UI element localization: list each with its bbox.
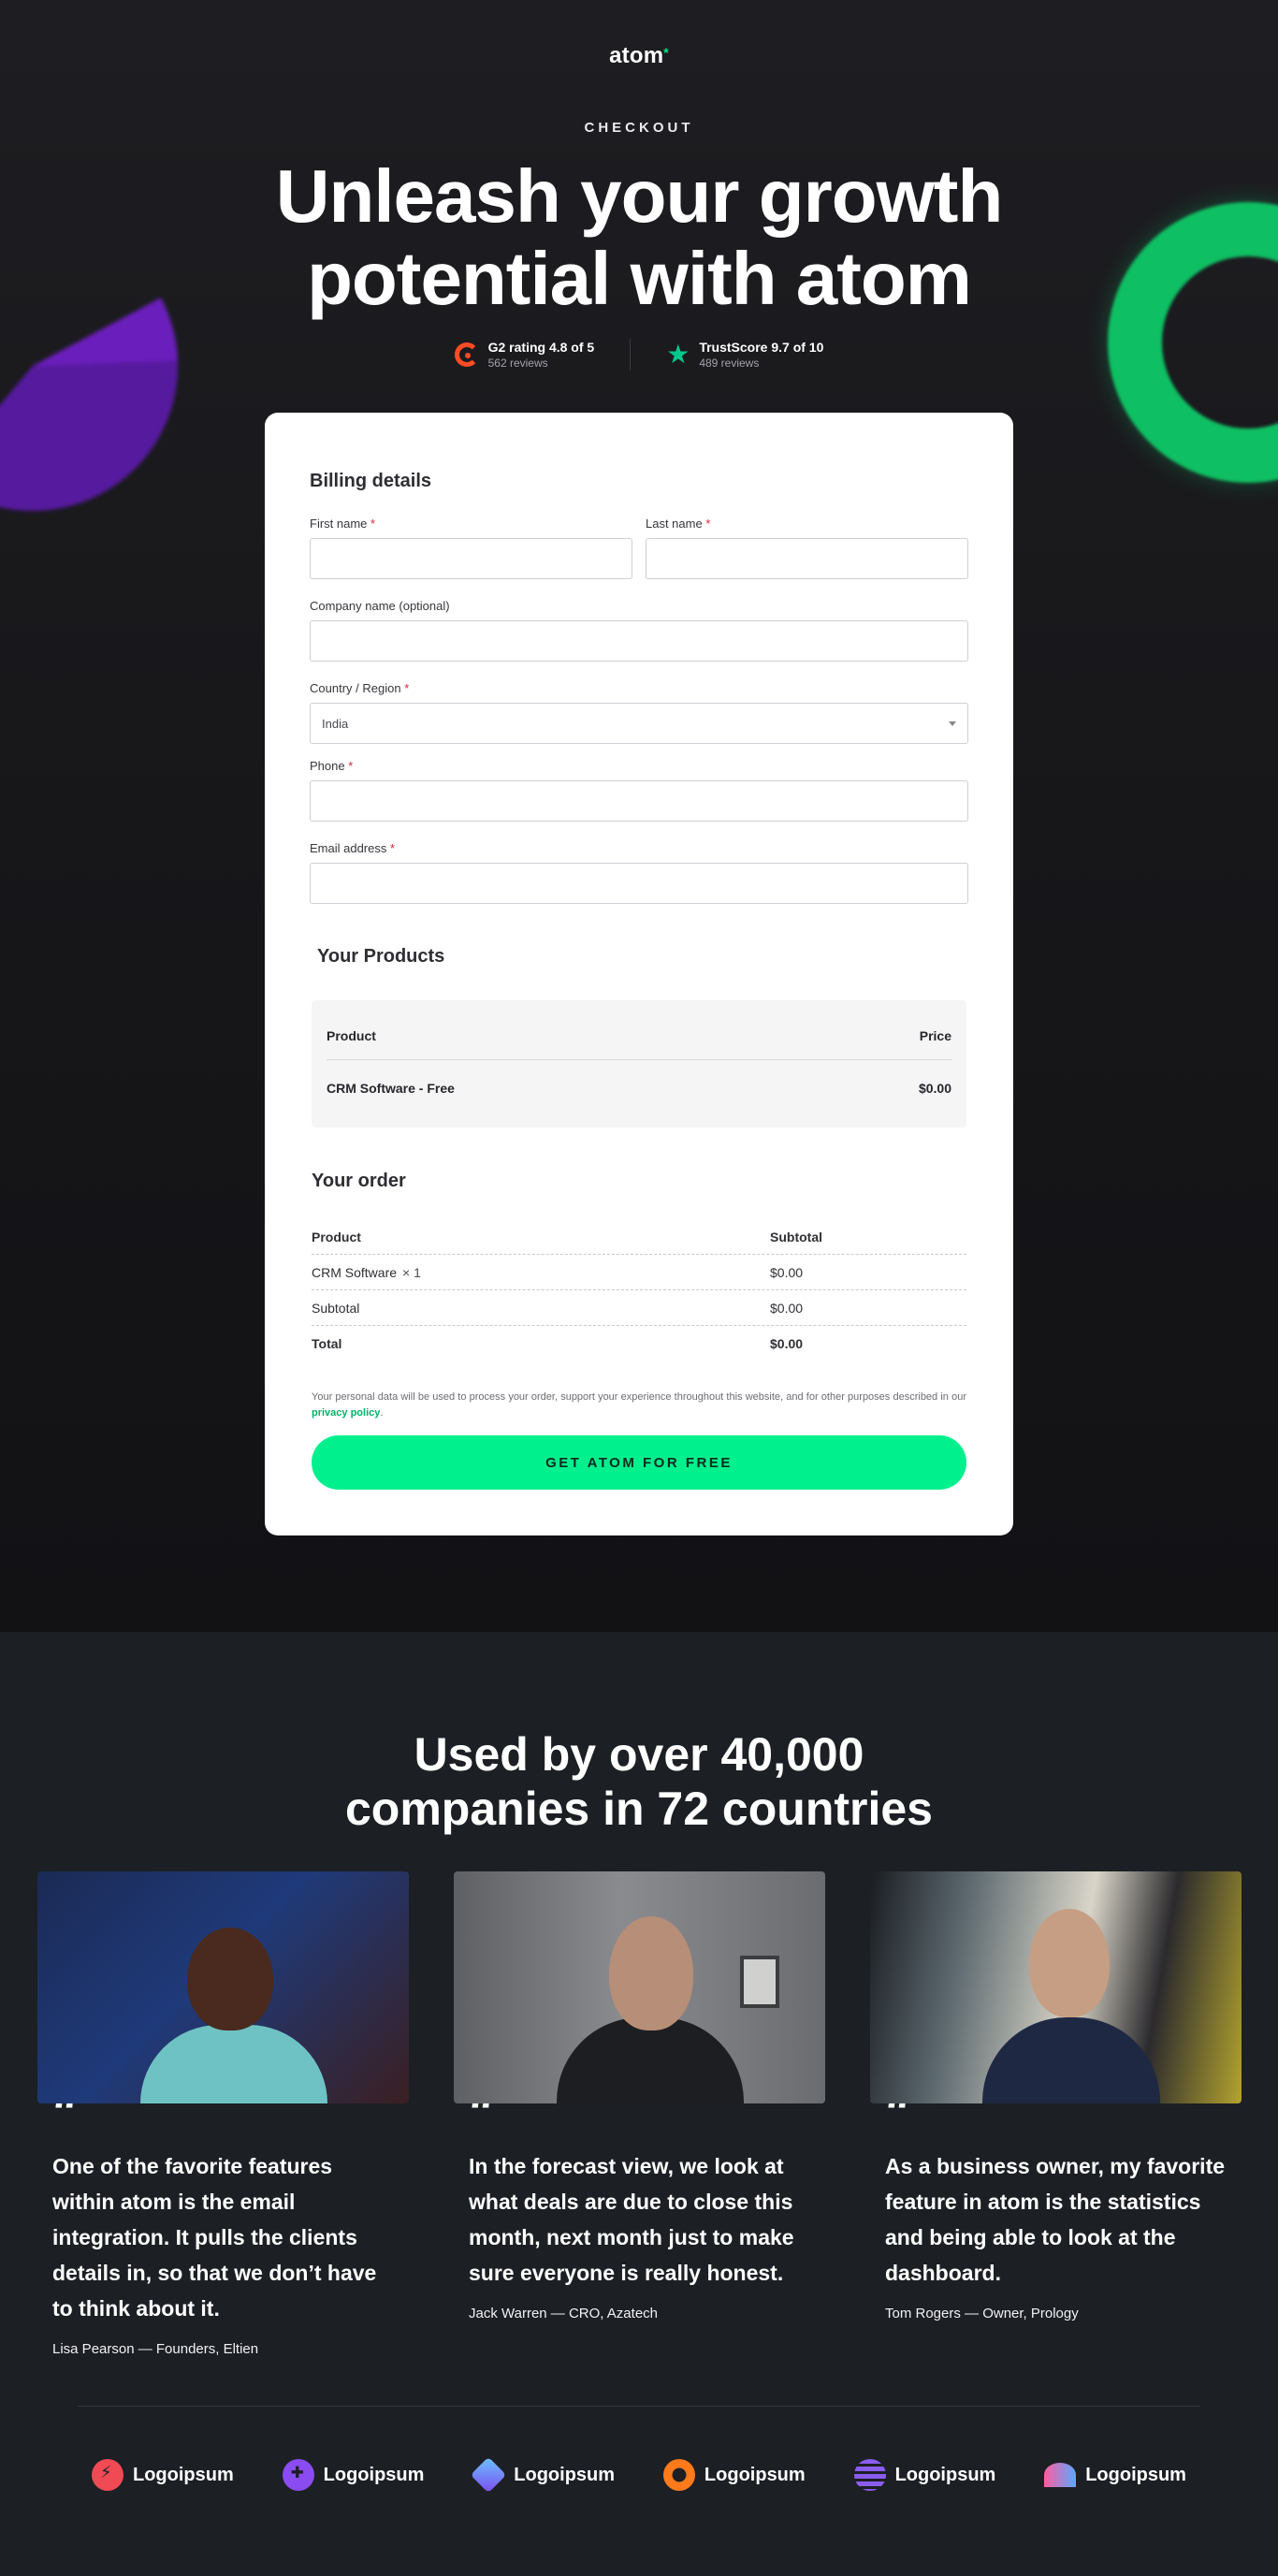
order-item-qty: × 1 (402, 1264, 421, 1280)
arch-logo-icon (1044, 2463, 1077, 2487)
headline-line-1: Unleash your growth (275, 154, 1004, 238)
client-logo: Logoipsum (853, 2459, 995, 2491)
get-atom-button[interactable]: GET ATOM FOR FREE (312, 1435, 966, 1490)
products-table: Product Price CRM Software - Free $0.00 (312, 1000, 966, 1128)
table-row: CRM Software - Free $0.00 (327, 1060, 951, 1116)
g2-rating-title: G2 rating 4.8 of 5 (487, 340, 595, 355)
last-name-label: Last name * (646, 517, 711, 531)
trustscore-rating: ★ TrustScore 9.7 of 10 489 reviews (666, 339, 823, 371)
order-col-product: Product (312, 1229, 361, 1244)
order-table: Product Subtotal CRM Software × 1 $0.00 S… (312, 1219, 966, 1361)
products-header: Product Price (327, 1000, 951, 1060)
company-input[interactable] (310, 620, 968, 662)
checkout-card: Billing details First name * Last name *… (265, 413, 1013, 1535)
table-row: Total $0.00 (312, 1326, 966, 1361)
client-logo: Logoipsum (92, 2459, 234, 2491)
required-mark: * (348, 759, 354, 773)
email-input[interactable] (310, 863, 968, 904)
order-item-price: $0.00 (770, 1264, 804, 1280)
privacy-policy-link[interactable]: privacy policy (312, 1407, 380, 1419)
checkout-hero: atom* CHECKOUT Unleash your growth poten… (0, 0, 1278, 1632)
first-name-label: First name * (310, 517, 376, 531)
testimonial-card: “ One of the favorite features within at… (37, 1871, 409, 2357)
client-logos: Logoipsum Logoipsum Logoipsum Logoipsum … (92, 2456, 1186, 2494)
required-mark: * (404, 681, 410, 695)
testimonial-quote: One of the favorite features within atom… (52, 2154, 377, 2321)
required-mark: * (390, 841, 396, 855)
chevron-down-icon (949, 720, 956, 726)
order-header: Product Subtotal (312, 1219, 966, 1255)
testimonial-card: “ As a business owner, my favorite featu… (870, 1871, 1242, 2357)
required-mark: * (370, 517, 376, 531)
client-logo: Logoipsum (282, 2459, 424, 2491)
phone-row: Phone * (310, 759, 968, 822)
page-eyebrow: CHECKOUT (584, 120, 694, 136)
customer-photo (37, 1871, 409, 2103)
customer-photo (870, 1871, 1242, 2103)
products-col-price: Price (919, 1027, 951, 1043)
privacy-notice: Your personal data will be used to proce… (312, 1391, 966, 1419)
country-value: India (322, 716, 349, 731)
testimonial-author: Lisa Pearson — Founders, Eltien (52, 2341, 259, 2357)
testimonial-card: “ In the forecast view, we look at what … (454, 1871, 825, 2357)
table-row: CRM Software × 1 $0.00 (312, 1255, 966, 1290)
company-label: Company name (optional) (310, 599, 450, 613)
order-col-subtotal: Subtotal (770, 1229, 822, 1244)
stripes-logo-icon (853, 2459, 886, 2491)
product-name: CRM Software - Free (327, 1081, 455, 1096)
ratings-divider (630, 339, 632, 371)
table-row: Subtotal $0.00 (312, 1290, 966, 1326)
customer-photo (454, 1871, 825, 2103)
order-title: Your order (312, 1171, 406, 1191)
testimonial-author: Jack Warren — CRO, Azatech (469, 2306, 659, 2321)
phone-input[interactable] (310, 780, 968, 822)
brand-name: atom (609, 43, 664, 68)
g2-icon (454, 342, 479, 367)
ratings-bar: G2 rating 4.8 of 5 562 reviews ★ TrustSc… (0, 339, 1278, 371)
order-item: CRM Software × 1 (312, 1264, 421, 1280)
brand-mark: * (663, 45, 669, 60)
required-mark: * (705, 517, 711, 531)
company-row: Company name (optional) (310, 599, 968, 662)
first-name-input[interactable] (310, 538, 632, 579)
cube-logo-icon (471, 2456, 507, 2494)
email-row: Email address * (310, 841, 968, 904)
testimonial-quote: In the forecast view, we look at what de… (469, 2154, 794, 2285)
testimonial-author: Tom Rogers — Owner, Prology (885, 2306, 1079, 2321)
star-icon: ★ (666, 340, 690, 369)
email-label: Email address * (310, 841, 396, 855)
headline-line-2: potential with atom (307, 237, 972, 320)
g2-rating-reviews: 562 reviews (487, 357, 548, 370)
country-row: Country / Region * India (310, 681, 968, 744)
total-value: $0.00 (770, 1336, 804, 1351)
trustscore-title: TrustScore 9.7 of 10 (699, 340, 824, 355)
total-label: Total (312, 1336, 342, 1351)
country-label: Country / Region * (310, 681, 410, 695)
cross-logo-icon (282, 2459, 314, 2491)
subtotal-label: Subtotal (312, 1300, 360, 1316)
billing-title: Billing details (310, 471, 432, 491)
testimonials-section: Used by over 40,000 companies in 72 coun… (0, 1632, 1278, 2576)
testimonial-quote: As a business owner, my favorite feature… (885, 2154, 1226, 2285)
trustscore-reviews: 489 reviews (699, 357, 760, 370)
products-title: Your Products (317, 946, 445, 967)
social-proof-title: Used by over 40,000 companies in 72 coun… (345, 1728, 933, 1835)
testimonial-list: “ One of the favorite features within at… (37, 1871, 1242, 2357)
g2-rating: G2 rating 4.8 of 5 562 reviews (454, 339, 595, 371)
product-price: $0.00 (918, 1081, 951, 1096)
name-row: First name * Last name * (310, 517, 968, 579)
products-col-product: Product (327, 1027, 376, 1043)
sun-logo-icon (662, 2459, 695, 2491)
page-headline: Unleash your growth potential with atom (0, 155, 1278, 320)
logos-divider (78, 2406, 1200, 2407)
country-select[interactable]: India (310, 703, 968, 744)
phone-label: Phone * (310, 759, 354, 773)
brand-logo[interactable]: atom* (0, 43, 1278, 69)
subtotal-value: $0.00 (770, 1300, 804, 1316)
last-name-input[interactable] (646, 538, 968, 579)
client-logo: Logoipsum (1044, 2463, 1186, 2487)
bolt-logo-icon (92, 2459, 123, 2491)
client-logo: Logoipsum (662, 2459, 806, 2491)
client-logo: Logoipsum (471, 2456, 615, 2494)
